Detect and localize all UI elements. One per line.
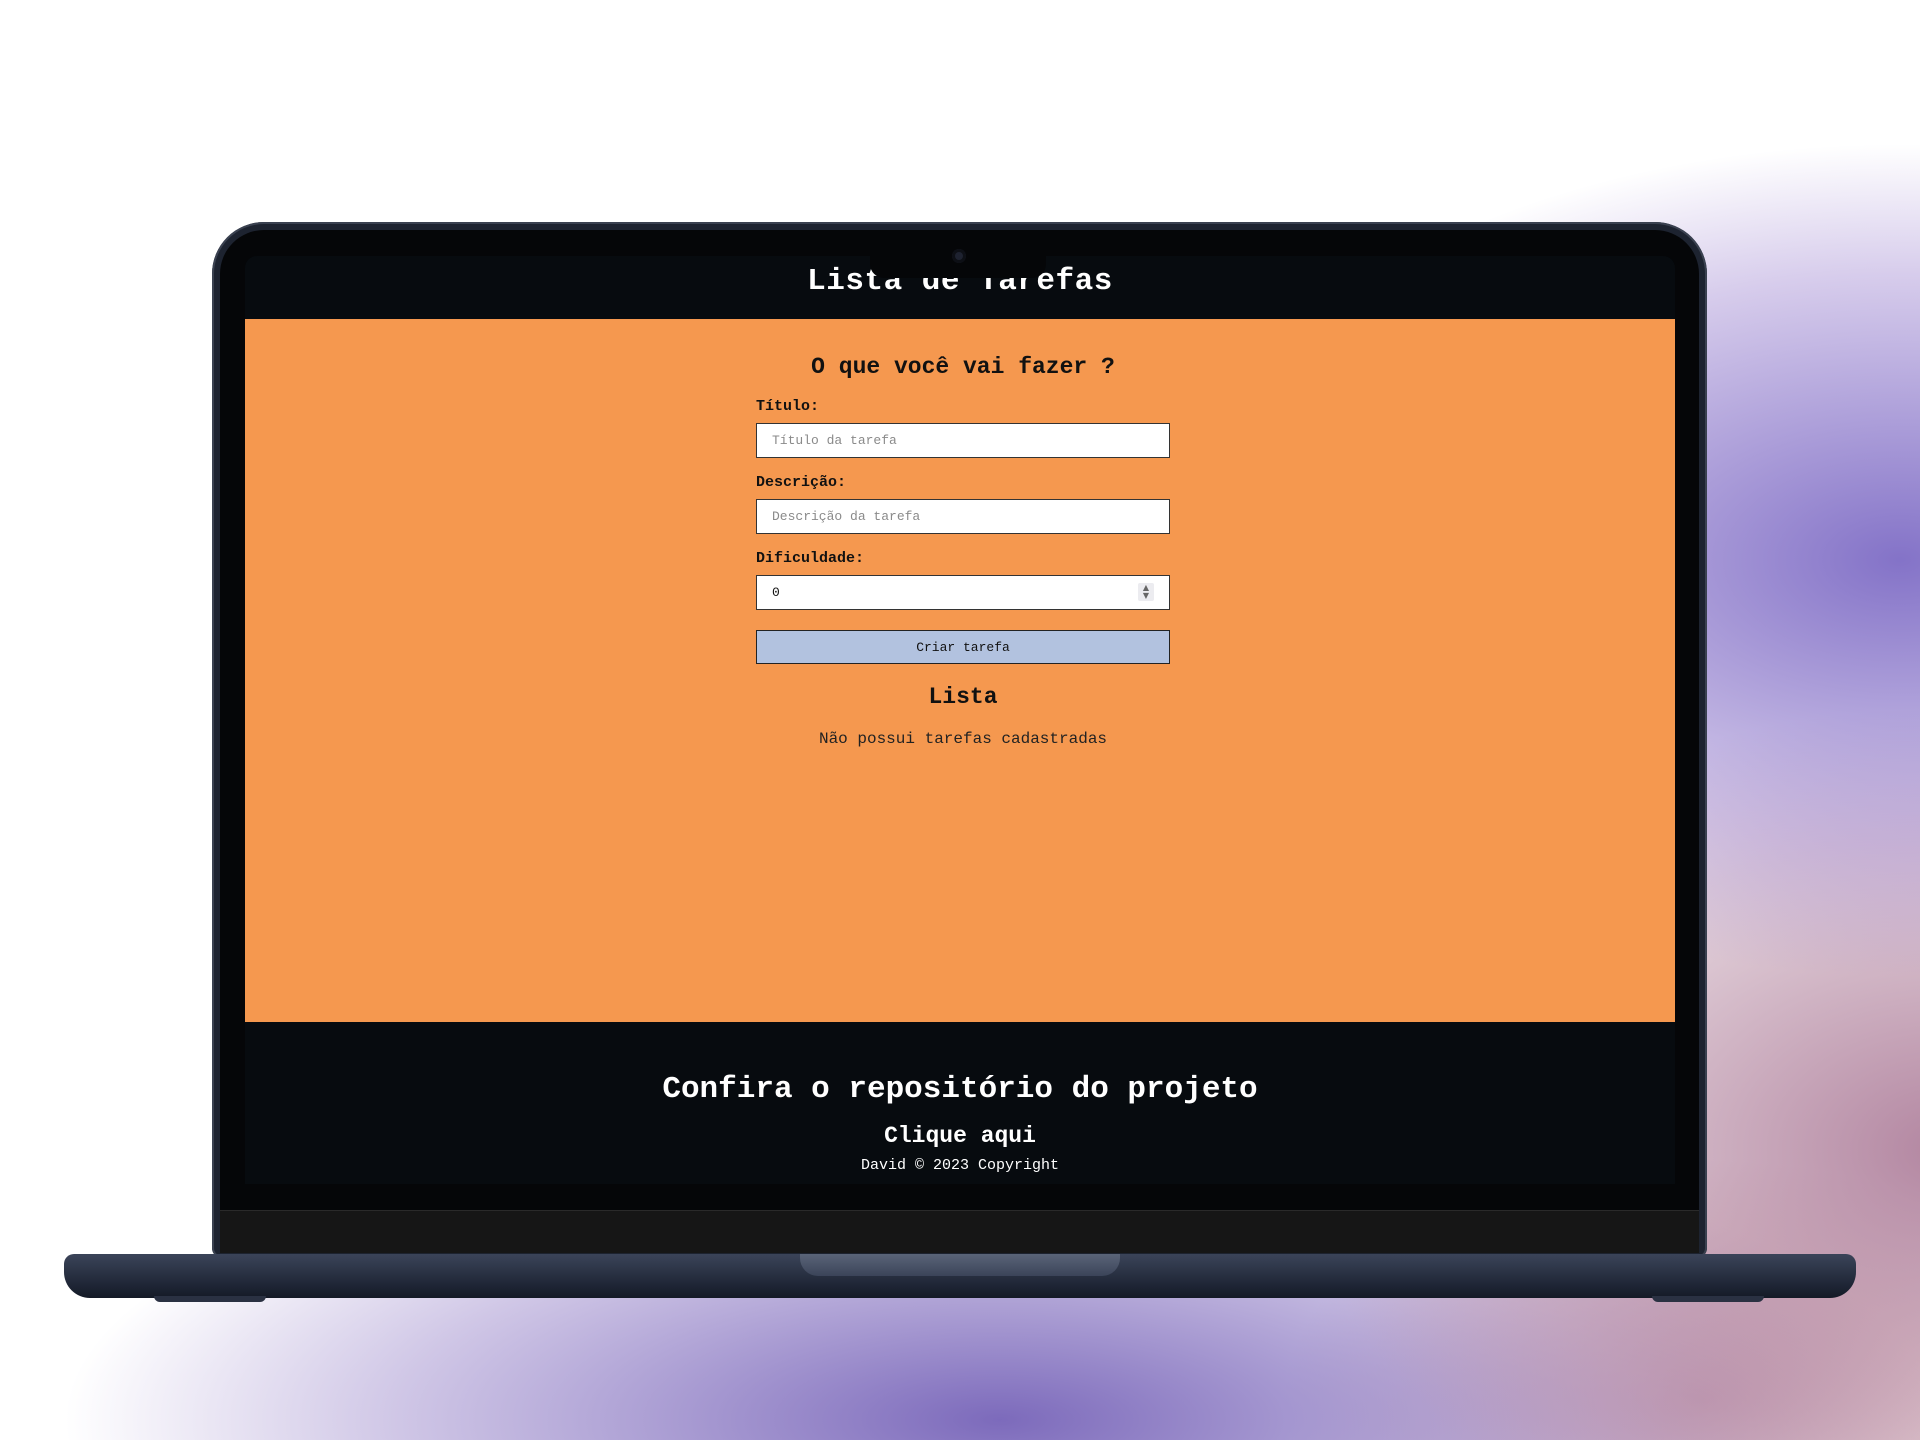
- description-input[interactable]: [756, 499, 1170, 534]
- main-content: O que você vai fazer ? Título: Descrição…: [245, 319, 1675, 1022]
- laptop-screen: Lista de Tarefas O que você vai fazer ? …: [245, 256, 1675, 1184]
- create-task-button[interactable]: Criar tarefa: [756, 630, 1170, 664]
- copyright-text: David © 2023 Copyright: [860, 1157, 1060, 1174]
- camera-icon: [952, 249, 966, 263]
- list-heading: Lista: [928, 684, 998, 710]
- title-label: Título:: [756, 398, 820, 415]
- repo-link[interactable]: Clique aqui: [884, 1123, 1036, 1149]
- title-input[interactable]: [756, 423, 1170, 458]
- chevron-down-icon[interactable]: ▼: [1143, 592, 1149, 600]
- description-label: Descrição:: [756, 474, 847, 491]
- difficulty-label: Dificuldade:: [756, 550, 865, 567]
- laptop-hinge-notch: [800, 1254, 1120, 1276]
- laptop-foot-left: [154, 1296, 266, 1302]
- laptop-chin: [220, 1210, 1699, 1253]
- laptop-foot-right: [1652, 1296, 1764, 1302]
- app-footer: Confira o repositório do projeto Clique …: [245, 1022, 1675, 1184]
- difficulty-field: ▲ ▼: [756, 575, 1170, 610]
- empty-list-message: Não possui tarefas cadastradas: [818, 730, 1108, 748]
- repo-heading: Confira o repositório do projeto: [662, 1072, 1258, 1107]
- task-form: O que você vai fazer ? Título: Descrição…: [756, 319, 1170, 748]
- difficulty-input[interactable]: [756, 575, 1170, 610]
- difficulty-stepper[interactable]: ▲ ▼: [1138, 583, 1154, 601]
- form-heading: O que você vai fazer ?: [811, 354, 1115, 380]
